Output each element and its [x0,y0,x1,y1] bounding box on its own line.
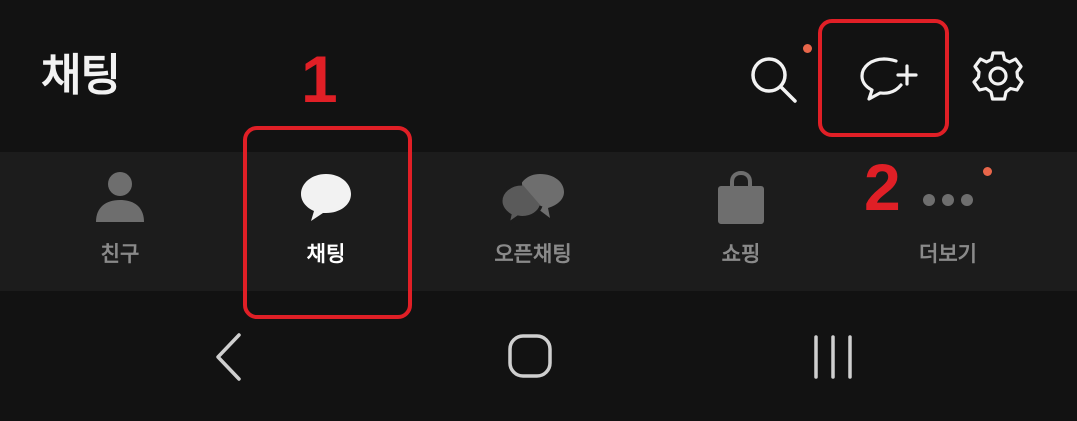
tab-label: 오픈채팅 [494,242,572,266]
search-notification-dot [803,44,812,53]
home-button[interactable] [505,331,555,381]
shopping-bag-icon [718,170,764,224]
new-chat-icon [860,57,918,101]
tab-shopping[interactable]: 쇼핑 [656,152,826,291]
search-icon [751,57,797,103]
home-icon [508,334,552,378]
system-navigation-bar [0,291,1077,421]
tab-label: 더보기 [919,242,977,266]
recent-apps-button[interactable] [808,335,858,379]
more-dots-icon [923,194,973,206]
chat-bubble-icon [301,174,351,221]
person-icon [96,172,144,222]
recent-apps-icon [814,335,852,379]
settings-button[interactable] [970,49,1026,105]
header: 채팅 [0,0,1077,152]
tab-friends[interactable]: 친구 [35,152,205,291]
tab-open-chat[interactable]: 오픈채팅 [448,152,618,291]
tab-label: 친구 [100,242,140,266]
gear-icon [972,51,1024,101]
tab-chats[interactable]: 채팅 [241,152,411,291]
tab-label: 채팅 [306,242,346,266]
annotation-number-1: 1 [301,42,338,116]
more-notification-dot [983,167,992,176]
new-chat-button[interactable] [858,52,920,104]
annotation-number-2: 2 [864,150,901,224]
tab-label: 쇼핑 [721,242,761,266]
back-icon [216,333,241,381]
open-chat-icon [499,174,564,226]
back-button[interactable] [208,331,248,383]
bottom-tab-bar: 친구 채팅 오픈채팅 쇼핑 더보기 [0,152,1077,291]
app-screen: 채팅 친구 채팅 오픈채팅 쇼핑 더보기 1 2 [0,0,1077,421]
search-button[interactable] [747,52,803,108]
page-title: 채팅 [41,50,121,101]
